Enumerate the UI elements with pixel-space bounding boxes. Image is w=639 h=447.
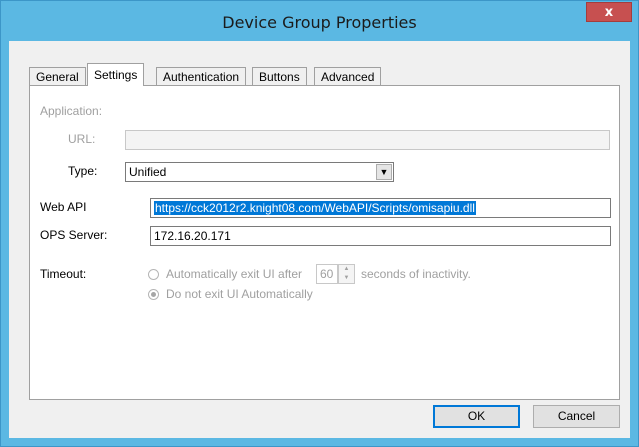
dialog-window: Device Group Properties x General Settin… — [0, 0, 639, 447]
tab-general[interactable]: General — [29, 67, 86, 85]
radio-selected-dot — [151, 292, 156, 297]
ops-server-field[interactable]: 172.16.20.171 — [150, 226, 611, 246]
tab-authentication[interactable]: Authentication — [156, 67, 247, 85]
tab-advanced[interactable]: Advanced — [314, 67, 382, 85]
window-title: Device Group Properties — [222, 13, 417, 32]
type-dropdown[interactable]: Unified ▼ — [125, 162, 394, 182]
ops-server-label: OPS Server: — [40, 228, 108, 242]
spin-up-icon[interactable]: ▲ — [339, 265, 354, 274]
title-bar[interactable]: Device Group Properties x — [1, 1, 638, 41]
close-button[interactable]: x — [586, 2, 632, 22]
timeout-spinner[interactable]: ▲ ▼ — [338, 264, 355, 284]
settings-panel: Application: URL: Type: Unified ▼ Web AP… — [29, 85, 620, 400]
seconds-suffix-label: seconds of inactivity. — [361, 267, 471, 281]
auto-exit-label: Automatically exit UI after — [166, 267, 303, 281]
application-section-label: Application: — [40, 104, 103, 118]
tab-settings[interactable]: Settings — [87, 63, 145, 86]
type-dropdown-value: Unified — [129, 165, 167, 179]
dialog-client-area: General Settings Authentication Buttons … — [9, 41, 630, 438]
ok-button[interactable]: OK — [433, 405, 520, 428]
auto-exit-radio[interactable] — [148, 269, 159, 280]
chevron-down-icon[interactable]: ▼ — [376, 164, 392, 180]
web-api-field[interactable]: https://cck2012r2.knight08.com/WebAPI/Sc… — [150, 198, 611, 218]
web-api-label: Web API — [40, 200, 87, 214]
timeout-label: Timeout: — [40, 267, 87, 281]
tab-buttons[interactable]: Buttons — [252, 67, 307, 85]
url-label: URL: — [68, 132, 96, 146]
web-api-value: https://cck2012r2.knight08.com/WebAPI/Sc… — [154, 201, 476, 215]
spin-down-icon[interactable]: ▼ — [339, 274, 354, 283]
timeout-seconds-input[interactable]: 60 — [316, 264, 338, 284]
no-exit-label: Do not exit UI Automatically — [166, 287, 313, 301]
cancel-button[interactable]: Cancel — [533, 405, 620, 428]
url-field[interactable] — [125, 130, 610, 150]
no-exit-radio[interactable] — [148, 289, 159, 300]
type-label: Type: — [68, 164, 98, 178]
